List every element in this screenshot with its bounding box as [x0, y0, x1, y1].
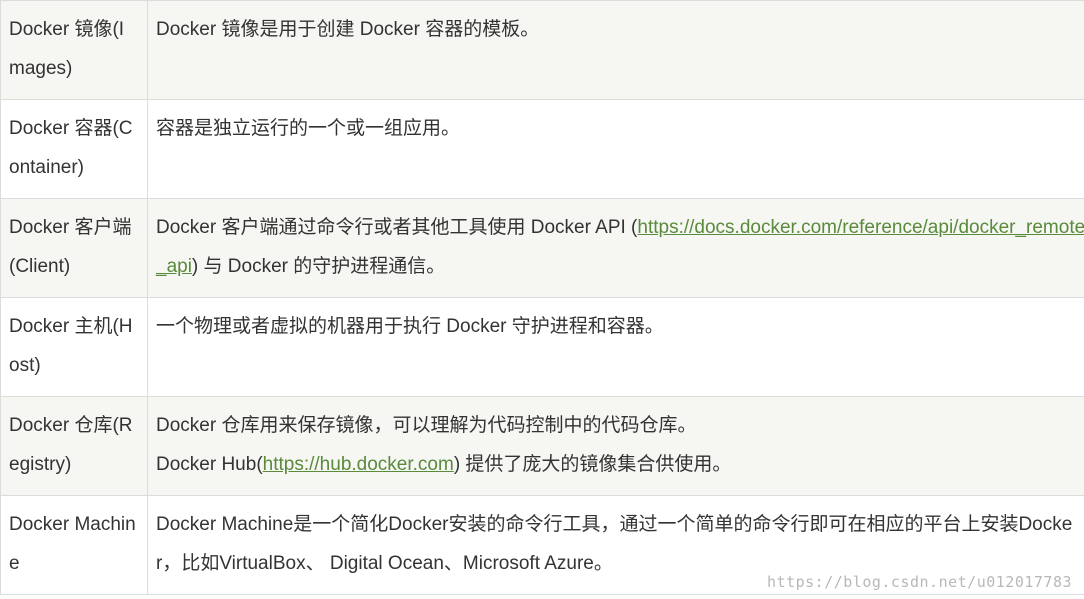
- docker-terms-table: Docker 镜像(Images) Docker 镜像是用于创建 Docker …: [0, 0, 1084, 595]
- table-row: Docker 镜像(Images) Docker 镜像是用于创建 Docker …: [0, 0, 1084, 100]
- table-row: Docker 客户端(Client) Docker 客户端通过命令行或者其他工具…: [0, 198, 1084, 298]
- description-text: Docker 仓库用来保存镜像，可以理解为代码控制中的代码仓库。: [156, 415, 697, 436]
- description-text: ) 提供了庞大的镜像集合供使用。: [453, 454, 732, 475]
- description-text: Docker Hub(: [156, 454, 263, 475]
- description-text: Docker 客户端通过命令行或者其他工具使用 Docker API (: [156, 217, 638, 238]
- table-row: Docker 主机(Host) 一个物理或者虚拟的机器用于执行 Docker 守…: [0, 297, 1084, 397]
- description-cell: Docker 仓库用来保存镜像，可以理解为代码控制中的代码仓库。 Docker …: [147, 396, 1084, 496]
- term-cell: Docker 镜像(Images): [0, 0, 148, 100]
- description-cell: Docker 客户端通过命令行或者其他工具使用 Docker API (http…: [147, 198, 1084, 298]
- table-row: Docker 仓库(Registry) Docker 仓库用来保存镜像，可以理解…: [0, 396, 1084, 496]
- watermark-text: https://blog.csdn.net/u012017783: [767, 573, 1072, 591]
- docker-hub-link[interactable]: https://hub.docker.com: [263, 454, 454, 475]
- term-cell: Docker Machine: [0, 495, 148, 595]
- table-row: Docker 容器(Container) 容器是独立运行的一个或一组应用。: [0, 99, 1084, 199]
- description-text-line-2: Docker Hub(https://hub.docker.com) 提供了庞大…: [156, 445, 1084, 484]
- description-cell: 容器是独立运行的一个或一组应用。: [147, 99, 1084, 199]
- term-cell: Docker 主机(Host): [0, 297, 148, 397]
- description-cell: Docker 镜像是用于创建 Docker 容器的模板。: [147, 0, 1084, 100]
- description-text: ) 与 Docker 的守护进程通信。: [191, 256, 446, 277]
- term-cell: Docker 客户端(Client): [0, 198, 148, 298]
- term-cell: Docker 仓库(Registry): [0, 396, 148, 496]
- description-cell: 一个物理或者虚拟的机器用于执行 Docker 守护进程和容器。: [147, 297, 1084, 397]
- term-cell: Docker 容器(Container): [0, 99, 148, 199]
